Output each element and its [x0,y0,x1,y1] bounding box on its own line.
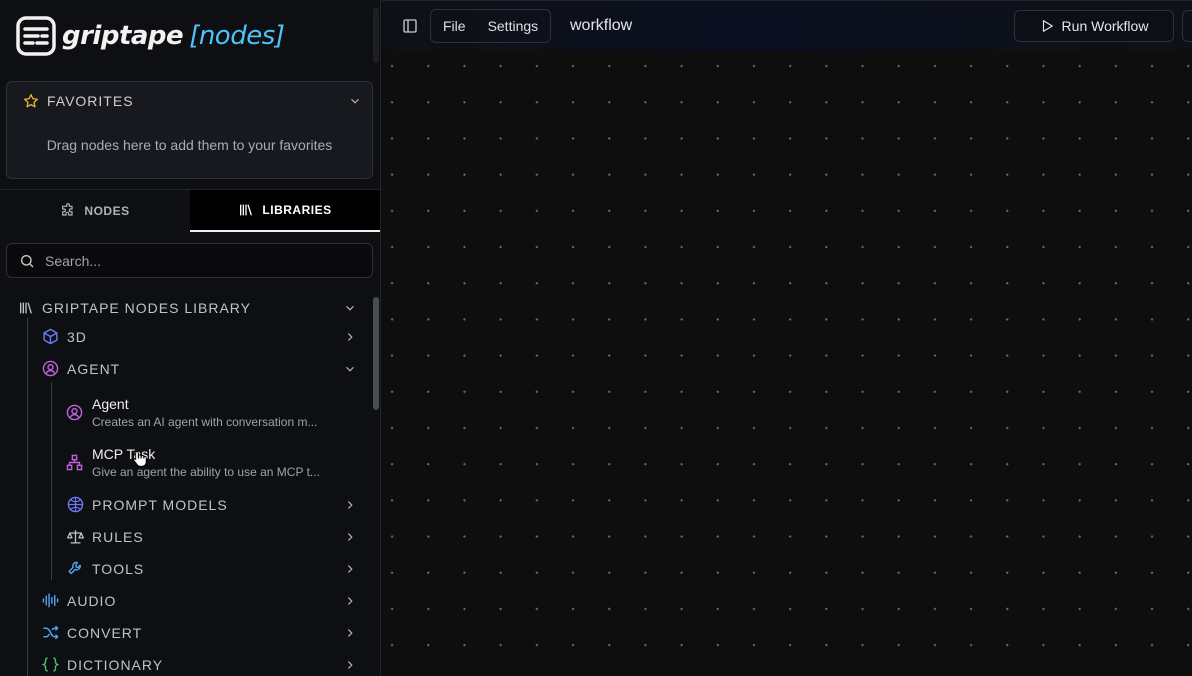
node-description: Creates an AI agent with conversation m.… [92,415,318,429]
category-agent[interactable]: AGENT [42,360,363,377]
audio-wave-icon [42,593,59,608]
chevron-right-icon [347,332,353,341]
cube-icon [43,328,58,345]
overflow-button[interactable] [1182,10,1192,42]
menu-bar: File Settings [430,9,552,43]
tab-libraries[interactable]: LIBRARIES [190,190,380,232]
subcategory-tools[interactable]: TOOLS [67,560,363,577]
puzzle-icon [62,203,74,216]
menu-settings[interactable]: Settings [488,18,539,34]
subcategory-prompt-models[interactable]: PROMPT MODELS [67,496,363,513]
chevron-right-icon [347,532,353,541]
chevron-down-icon[interactable] [348,94,362,108]
favorites-empty-text: Drag nodes here to add them to your favo… [46,137,333,153]
sidebar-toggle-icon[interactable] [402,18,418,34]
library-header[interactable]: GRIPTAPE NODES LIBRARY [18,300,363,316]
hand-cursor-icon [133,451,147,467]
sidebar-header-scrollbar[interactable] [373,8,379,63]
search-box [6,243,373,278]
category-dictionary[interactable]: DICTIONARY [42,656,363,673]
category-label: AGENT [67,360,121,377]
chevron-right-icon [347,628,353,637]
search-input[interactable] [43,251,363,270]
logo-wordmark: griptape [nodes] [62,21,285,51]
category-label: CONVERT [67,624,143,641]
sidebar-scrollbar[interactable] [373,297,379,410]
brain-icon [67,496,84,513]
subcategory-label: TOOLS [92,560,145,577]
app-logo: griptape [nodes] [16,16,285,56]
run-workflow-button[interactable]: Run Workflow [1014,10,1174,42]
griptape-logo-icon [16,16,56,56]
favorites-header[interactable]: FAVORITES [23,93,134,109]
search-icon [21,254,34,267]
braces-icon [42,657,59,672]
tree-guide-line [27,318,28,676]
agent-icon [42,360,59,377]
subcategory-label: PROMPT MODELS [92,496,228,513]
sidebar-tabs: NODES LIBRARIES [0,189,381,232]
shuffle-icon [43,625,59,640]
network-icon [66,454,83,471]
category-3d[interactable]: 3D [42,328,363,345]
node-description: Give an agent the ability to use an MCP … [92,465,320,479]
run-workflow-label: Run Workflow [1061,18,1149,34]
node-item-mcp-task[interactable]: MCP Task Give an agent the ability to us… [66,446,356,479]
chevron-down-icon [346,366,354,372]
library-icon [240,204,253,216]
tab-nodes-label: NODES [84,204,130,218]
scale-icon [67,530,84,544]
chevron-right-icon [347,596,353,605]
top-bar: File Settings workflow Run Workflow [382,0,1192,50]
category-label: 3D [67,328,87,345]
category-label: DICTIONARY [67,656,164,673]
agent-icon [66,404,83,421]
favorites-panel: FAVORITES Drag nodes here to add them to… [6,81,373,179]
tab-nodes[interactable]: NODES [0,190,190,232]
library-icon [20,302,32,314]
node-title: Agent [92,396,129,412]
play-icon [1042,20,1053,32]
workflow-name[interactable]: workflow [570,17,632,35]
subcategory-rules[interactable]: RULES [67,528,363,545]
category-convert[interactable]: CONVERT [42,624,363,641]
star-icon [24,94,38,108]
chevron-down-icon [346,305,354,311]
sidebar: griptape [nodes] FAVORITES Drag nodes her… [0,0,381,676]
workflow-canvas[interactable] [382,50,1192,676]
subcategory-label: RULES [92,528,144,545]
chevron-right-icon [347,564,353,573]
tab-libraries-label: LIBRARIES [262,203,332,217]
category-audio[interactable]: AUDIO [42,592,363,609]
node-item-agent[interactable]: Agent Creates an AI agent with conversat… [66,396,356,429]
menu-file[interactable]: File [443,18,466,34]
node-title: MCP Task [92,446,156,462]
agent-guide-line [51,382,52,580]
library-title: GRIPTAPE NODES LIBRARY [42,300,251,316]
chevron-right-icon [347,660,353,669]
favorites-title: FAVORITES [47,93,134,109]
category-label: AUDIO [67,592,117,609]
wrench-icon [68,561,81,575]
chevron-right-icon [347,500,353,509]
